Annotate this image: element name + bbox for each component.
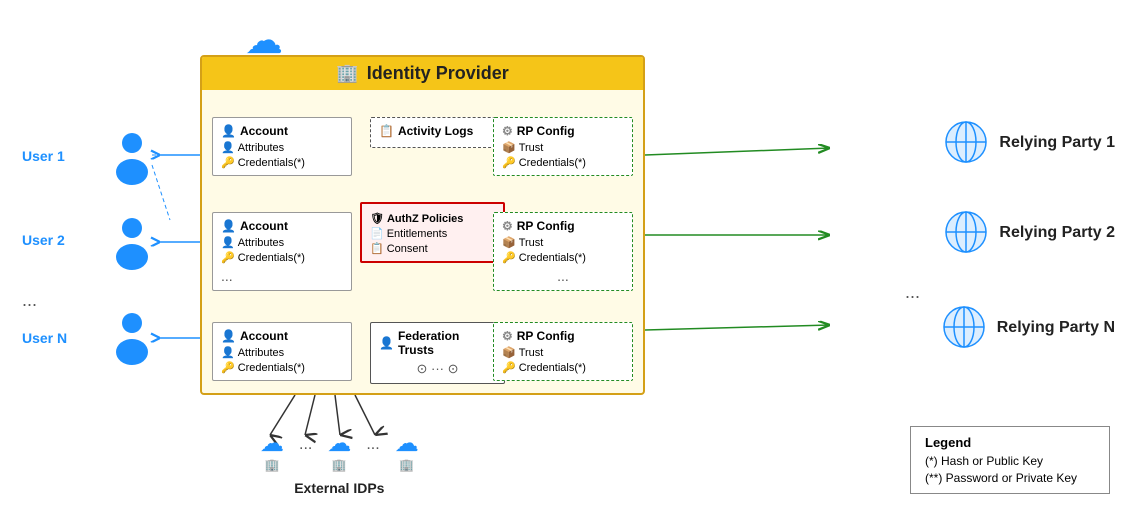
rp-1-section: Relying Party 1 xyxy=(944,120,1115,165)
rp-1-label: Relying Party 1 xyxy=(999,134,1115,152)
user-1-figure xyxy=(110,130,155,185)
external-idps-section: ☁ 🏢 ... ☁ 🏢 ... ☁ 🏢 External IDPs xyxy=(260,429,419,496)
fed-dots: ⊙ ··· ⊙ xyxy=(379,361,496,377)
user-2-label: User 2 xyxy=(22,232,65,248)
rp-cred-label-2: Credentials(*) xyxy=(519,252,586,264)
rp-cred-icon-2: 🔑 xyxy=(502,251,516,264)
legend-box: Legend (*) Hash or Public Key (**) Passw… xyxy=(910,426,1110,494)
ext-cloud-3: ☁ xyxy=(395,429,419,458)
activity-label: Activity Logs xyxy=(398,124,473,138)
idp-box: 🏢 Identity Provider 👤 Account 👤 Attribut… xyxy=(200,55,645,395)
consent-label: Consent xyxy=(387,243,428,255)
user-panel-1: 👤 Account 👤 Attributes 🔑 Credentials(*) xyxy=(212,117,352,176)
authz-icon: 🛡 xyxy=(370,212,384,225)
user-2-figure xyxy=(110,215,155,270)
attr-icon-2: 👤 xyxy=(221,236,235,249)
activity-logs-panel: 📋 Activity Logs xyxy=(370,117,500,148)
legend-title: Legend xyxy=(925,435,1095,450)
cred-icon-3: 🔑 xyxy=(221,361,235,374)
legend-item-2: (**) Password or Private Key xyxy=(925,471,1095,485)
consent-icon: 📋 xyxy=(370,242,384,255)
account-icon-2: 👤 xyxy=(221,219,236,233)
ext-building-3: 🏢 xyxy=(399,458,414,472)
ext-dots-label: ... xyxy=(299,436,312,454)
rp-config-label-3: RP Config xyxy=(517,329,575,343)
ext-building-2: 🏢 xyxy=(332,458,347,472)
fed-label: Federation Trusts xyxy=(398,329,496,357)
attr-icon-3: 👤 xyxy=(221,346,235,359)
rp-config-label-2: RP Config xyxy=(517,219,575,233)
rp-trust-label-2: Trust xyxy=(519,237,544,249)
attr-label-2: Attributes xyxy=(238,237,284,249)
rp-panel-dots: ... xyxy=(502,268,624,284)
rp-trust-icon-1: 📦 xyxy=(502,141,516,154)
user-n-figure xyxy=(110,310,155,365)
attr-label-3: Attributes xyxy=(238,347,284,359)
rp-2-label: Relying Party 2 xyxy=(999,224,1115,242)
user-panel-2: 👤 Account 👤 Attributes 🔑 Credentials(*) … xyxy=(212,212,352,291)
cred-label-1: Credentials(*) xyxy=(238,157,305,169)
rp-gear-icon-3: ⚙ xyxy=(502,329,513,343)
cred-label-2: Credentials(*) xyxy=(238,252,305,264)
rp-cred-label-3: Credentials(*) xyxy=(519,362,586,374)
diagram: ☁ 🏢 Identity Provider 👤 Account 👤 Attrib… xyxy=(0,0,1140,524)
account-label-3: Account xyxy=(240,329,288,343)
rp-config-panel-3: ⚙ RP Config 📦 Trust 🔑 Credentials(*) xyxy=(493,322,633,381)
federation-panel: 👤 Federation Trusts ⊙ ··· ⊙ xyxy=(370,322,505,384)
rp-trust-icon-2: 📦 xyxy=(502,236,516,249)
rp-gear-icon-2: ⚙ xyxy=(502,219,513,233)
legend-item-1: (*) Hash or Public Key xyxy=(925,454,1095,468)
idp-building-icon: 🏢 xyxy=(336,63,358,84)
rp-trust-label-3: Trust xyxy=(519,347,544,359)
attr-icon-1: 👤 xyxy=(221,141,235,154)
ext-idp-3: ☁ 🏢 xyxy=(395,429,419,472)
authz-label: AuthZ Policies xyxy=(387,213,463,225)
rp-cred-icon-1: 🔑 xyxy=(502,156,516,169)
entitle-label: Entitlements xyxy=(387,228,448,240)
rp-config-panel-2: ⚙ RP Config 📦 Trust 🔑 Credentials(*) ... xyxy=(493,212,633,291)
user-n-label: User N xyxy=(22,330,67,346)
ext-cloud-1: ☁ xyxy=(260,429,284,458)
ext-cloud-2: ☁ xyxy=(327,429,351,458)
rp-cred-icon-3: 🔑 xyxy=(502,361,516,374)
rp-trust-label-1: Trust xyxy=(519,142,544,154)
user-1-label: User 1 xyxy=(22,148,65,164)
cred-label-3: Credentials(*) xyxy=(238,362,305,374)
entitle-icon: 📄 xyxy=(370,227,384,240)
rp-n-label: Relying Party N xyxy=(997,319,1115,337)
ext-dots-label-2: ... xyxy=(366,436,379,454)
idp-title: Identity Provider xyxy=(367,63,509,84)
rp-2-globe-icon xyxy=(944,210,989,255)
rp-1-globe-icon xyxy=(944,120,989,165)
idp-cloud-icon: ☁ xyxy=(245,18,283,63)
rp-2-section: Relying Party 2 xyxy=(944,210,1115,255)
ext-idps-label: External IDPs xyxy=(294,480,384,496)
fed-icon: 👤 xyxy=(379,336,394,350)
account-icon-3: 👤 xyxy=(221,329,236,343)
rp-trust-icon-3: 📦 xyxy=(502,346,516,359)
ext-idp-2: ☁ 🏢 xyxy=(327,429,351,472)
rp-n-globe-icon xyxy=(942,305,987,350)
rp-config-panel-1: ⚙ RP Config 📦 Trust 🔑 Credentials(*) xyxy=(493,117,633,176)
account-label-2: Account xyxy=(240,219,288,233)
cred-icon-2: 🔑 xyxy=(221,251,235,264)
rp-config-label-1: RP Config xyxy=(517,124,575,138)
authz-panel: 🛡 AuthZ Policies 📄 Entitlements 📋 Consen… xyxy=(360,202,505,263)
rp-cred-label-1: Credentials(*) xyxy=(519,157,586,169)
account-label-1: Account xyxy=(240,124,288,138)
rp-dots: ... xyxy=(905,282,940,303)
users-dots: ... xyxy=(22,290,37,311)
rp-gear-icon-1: ⚙ xyxy=(502,124,513,138)
activity-icon: 📋 xyxy=(379,124,394,138)
account-icon-1: 👤 xyxy=(221,124,236,138)
cred-icon-1: 🔑 xyxy=(221,156,235,169)
attr-label-1: Attributes xyxy=(238,142,284,154)
user-panel-3: 👤 Account 👤 Attributes 🔑 Credentials(*) xyxy=(212,322,352,381)
ext-idp-1: ☁ 🏢 xyxy=(260,429,284,472)
rp-n-section: Relying Party N xyxy=(942,305,1115,350)
ext-building-1: 🏢 xyxy=(265,458,280,472)
